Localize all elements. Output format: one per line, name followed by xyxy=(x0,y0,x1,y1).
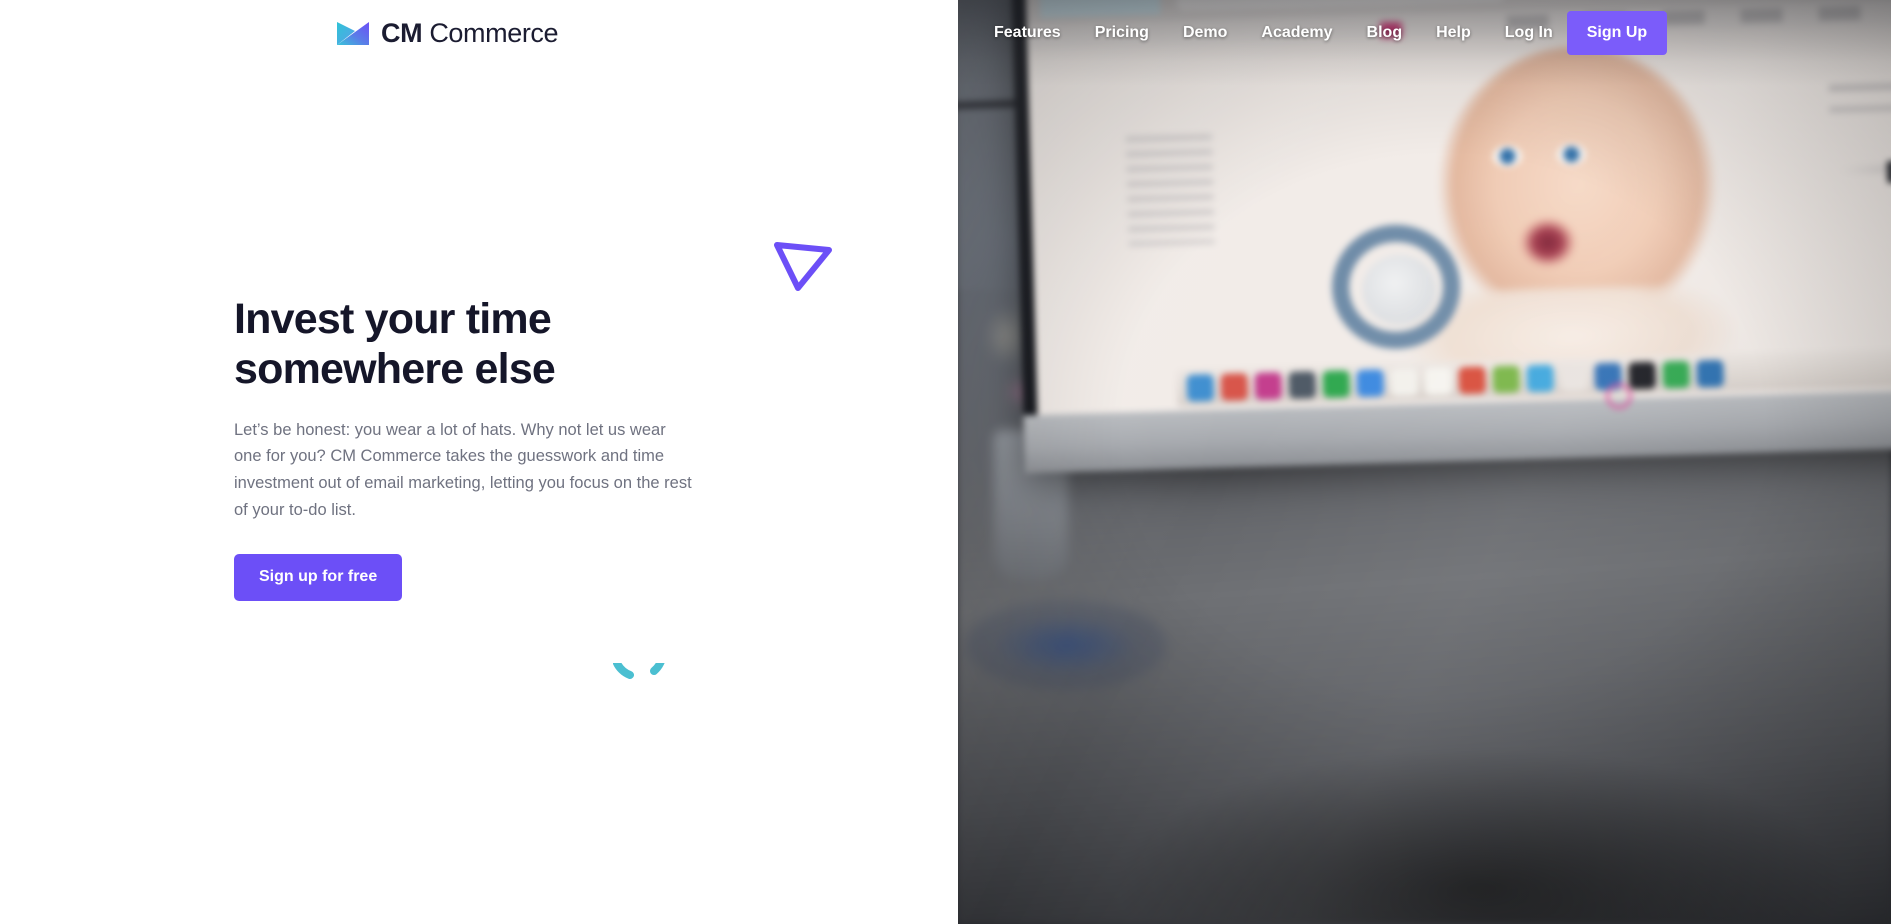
dock-icon-5 xyxy=(1322,369,1351,398)
page-title: Invest your time somewhere else xyxy=(234,295,704,395)
magenta-ring-object xyxy=(1606,383,1632,409)
nav-link-help[interactable]: Help xyxy=(1436,25,1471,41)
dock-icon-12 xyxy=(1560,363,1589,391)
dock-icon-1 xyxy=(1186,373,1215,402)
blue-rug xyxy=(966,600,1166,690)
dock-icon-9 xyxy=(1458,365,1487,394)
brand-name-light: Commerce xyxy=(429,18,559,48)
left-content-panel: CM Commerce Invest your time somewhere e… xyxy=(0,0,958,924)
dock-icon-11 xyxy=(1526,364,1555,392)
landing-page: CM Commerce Invest your time somewhere e… xyxy=(0,0,1891,924)
dock-icon-6 xyxy=(1356,368,1385,397)
imac-computer xyxy=(1011,0,1891,474)
nav-link-academy[interactable]: Academy xyxy=(1261,25,1332,41)
website-headline-text xyxy=(1828,79,1891,155)
nav-link-pricing[interactable]: Pricing xyxy=(1095,25,1149,41)
sign-up-button[interactable]: Sign Up xyxy=(1566,11,1668,55)
nav-link-blog[interactable]: Blog xyxy=(1367,25,1403,41)
outlined-down-triangle-icon xyxy=(774,242,832,291)
dock-icon-4 xyxy=(1288,370,1317,399)
hero-section: Invest your time somewhere else Let’s be… xyxy=(234,295,704,601)
hero-title-line-2: somewhere else xyxy=(234,344,556,393)
dock-icon-10 xyxy=(1492,364,1521,393)
hero-paragraph: Let’s be honest: you wear a lot of hats.… xyxy=(234,420,692,519)
top-navigation: Features Pricing Demo Academy Blog Help … xyxy=(958,0,1891,66)
dock-icon-3 xyxy=(1254,371,1283,400)
dock-icon-2 xyxy=(1220,372,1249,401)
website-subtext xyxy=(1808,146,1891,192)
dock-icon-16 xyxy=(1696,359,1725,388)
nav-link-features[interactable]: Features xyxy=(994,25,1061,41)
hero-photo-panel xyxy=(958,0,1891,924)
hero-title-line-1: Invest your time xyxy=(234,295,552,343)
dock-icon-14 xyxy=(1628,361,1657,389)
dock-icon-15 xyxy=(1662,360,1691,388)
loading-spinner-arc-icon xyxy=(613,663,665,679)
brand-logo[interactable]: CM Commerce xyxy=(337,18,559,48)
website-text-block xyxy=(1125,133,1215,247)
brand-name-bold: CM xyxy=(381,18,423,48)
nav-link-demo[interactable]: Demo xyxy=(1183,25,1227,41)
blurred-imac-desk-photo xyxy=(958,0,1891,924)
brand-name: CM Commerce xyxy=(381,18,559,48)
sign-up-for-free-button[interactable]: Sign up for free xyxy=(234,553,403,601)
dock-icon-7 xyxy=(1390,367,1419,396)
dock-icon-8 xyxy=(1424,366,1453,395)
website-shop-button xyxy=(1886,158,1891,184)
nav-link-log-in[interactable]: Log In xyxy=(1505,25,1553,41)
cm-commerce-gradient-mark-icon xyxy=(337,22,369,45)
